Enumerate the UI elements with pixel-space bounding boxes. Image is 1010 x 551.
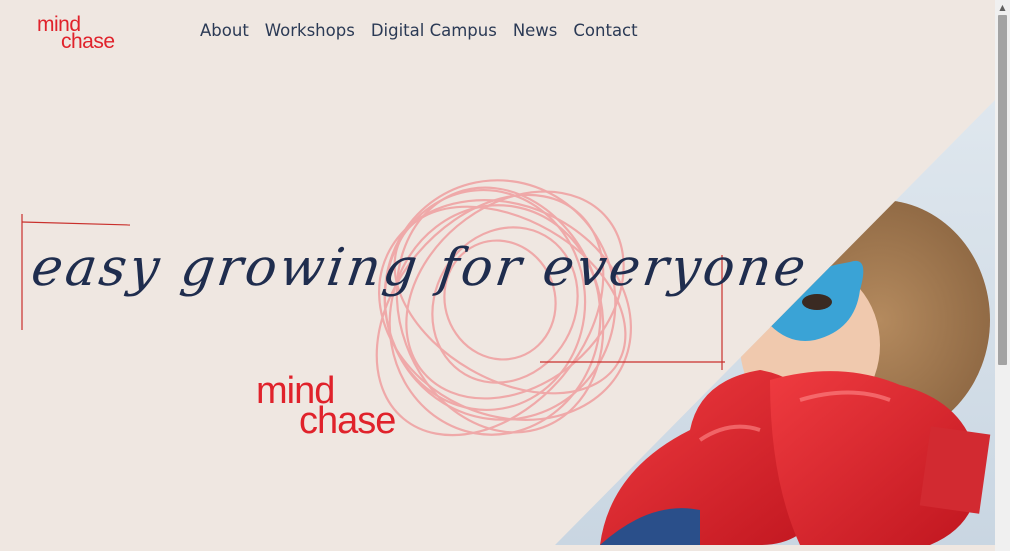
chevron-up-icon[interactable]: ▲ [995,0,1010,15]
hero-photo [555,100,995,545]
scroll-thumb[interactable] [998,15,1007,365]
page: mind chase About Workshops Digital Campu… [0,0,995,551]
vertical-scrollbar[interactable]: ▲ [995,0,1010,551]
hero-logo-line-2: chase [299,400,396,442]
hero-tagline: easy growing for everyone [27,238,813,298]
